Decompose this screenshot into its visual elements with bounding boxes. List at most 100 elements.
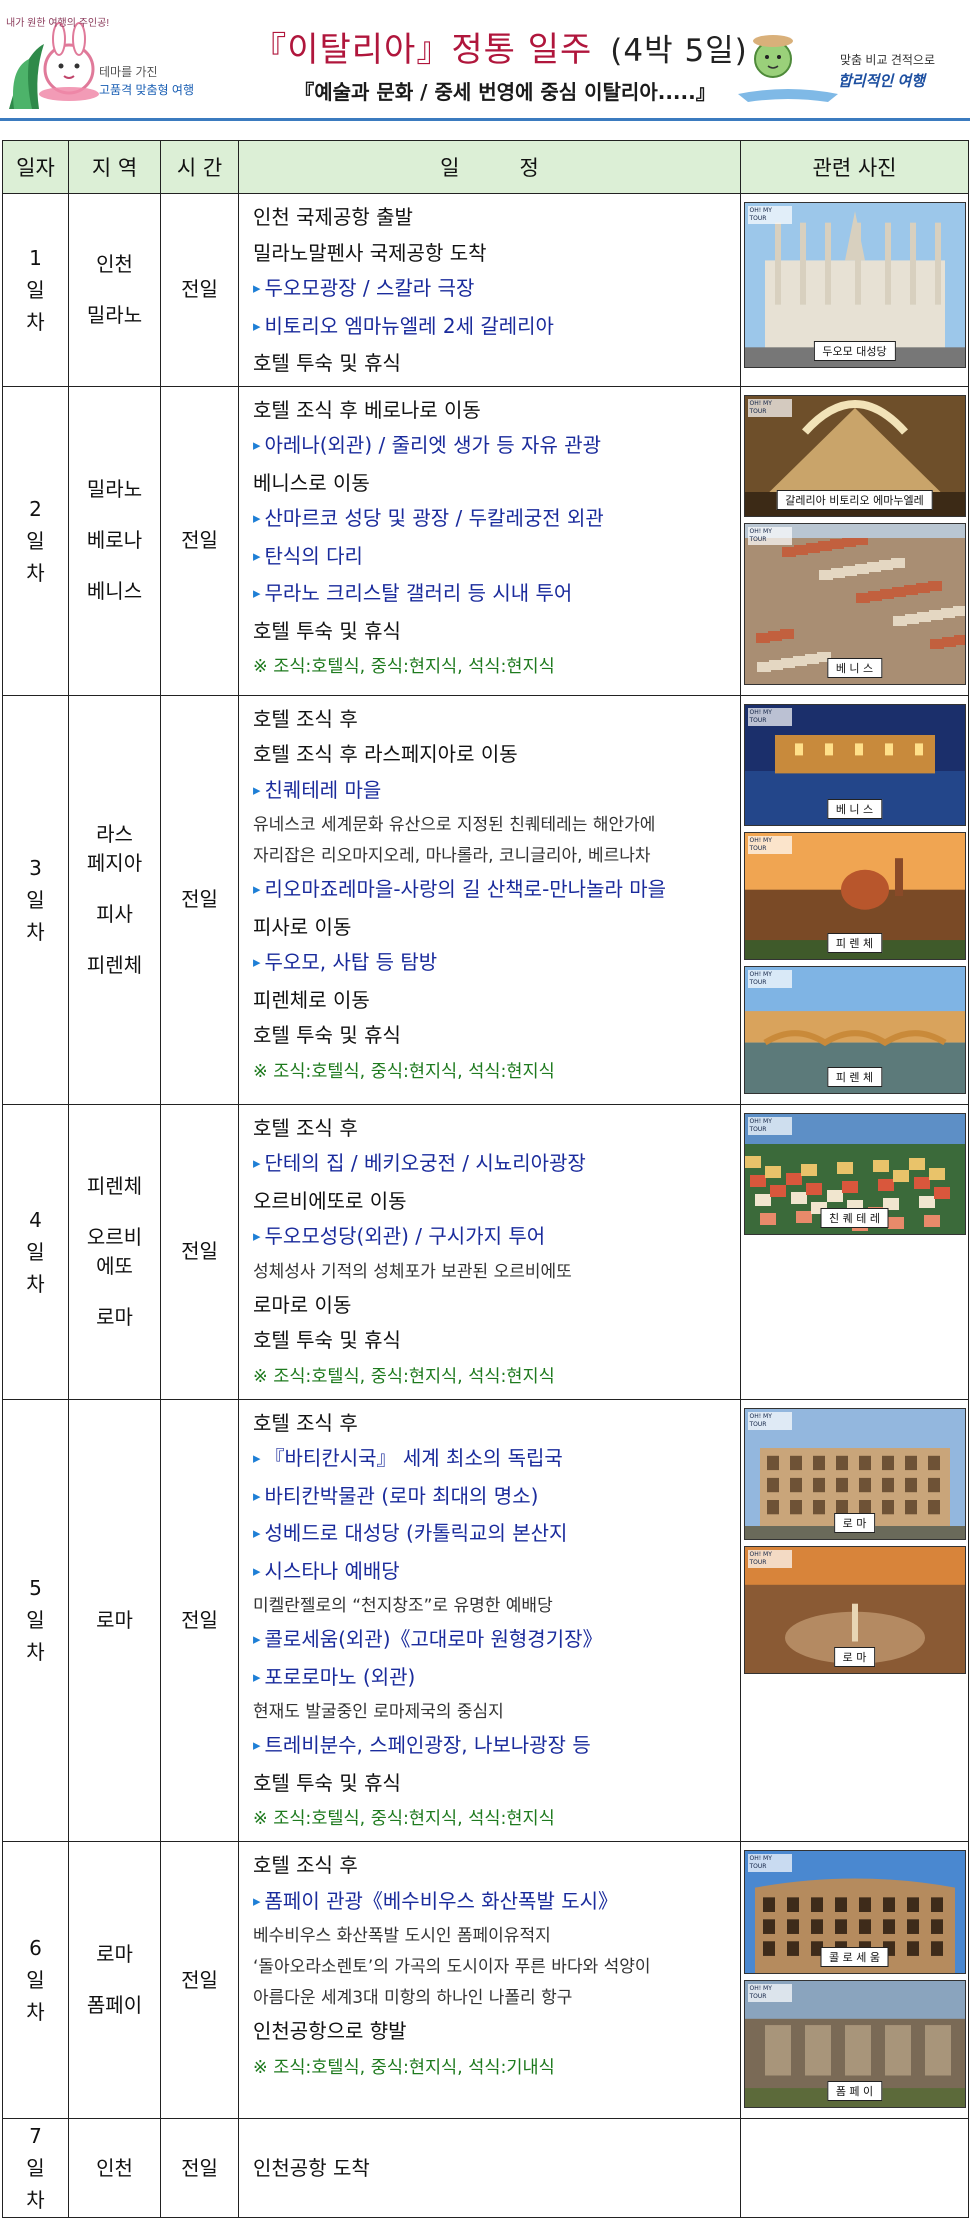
schedule-cell: 호텔 조식 후폼페이 관광《베수비우스 화산폭발 도시》 베수비우스 화산폭발 도… [238,1841,741,2119]
header-photos: 관련 사진 [740,140,969,194]
region-cell: 로마 폼페이 [68,1841,161,2119]
photo-caption: 피 렌 체 [826,1066,883,1087]
tour-photo: OH! MY TOUR 피 렌 체 [743,831,966,960]
tour-photo: OH! MY TOUR 두오모 대성당 [743,202,966,368]
photo-caption: 두오모 대성당 [813,341,896,361]
region-name: 로마 [96,1607,133,1632]
attraction-item: 탄식의 다리 [253,539,730,577]
photo-caption: 친 퀘 테 레 [820,1207,889,1228]
time-cell: 전일 [160,2118,239,2218]
schedule-cell: 호텔 조식 후 『바티칸시국』 세계 최소의 독립국바티칸박물관 (로마 최대의 … [238,1398,741,1842]
page-subtitle: 『예술과 문화 / 중세 번영에 중심 이탈리아.....』 [294,80,716,104]
description-text: 현재도 발굴중인 로마제국의 중심지 [253,1702,504,1722]
svg-text:내가 원한 여행의 주인공!: 내가 원한 여행의 주인공! [6,17,109,29]
itinerary-table: 일자 지 역 시 간 일 정 관련 사진 1 일 차 인천 밀라노 전일 인천 국제공항 출… [2,140,969,2218]
attraction-item: 성베드로 대성당 (카톨릭교의 본산지 [253,1516,730,1554]
table-header-row: 일자 지 역 시 간 일 정 관련 사진 [2,140,969,194]
svg-text:맞춤 비교 견적으로: 맞춤 비교 견적으로 [840,53,935,67]
region-name: 로마 [96,1304,133,1329]
schedule-line: 인천 국제공항 출발 [253,205,413,229]
tour-photo: OH! MY TOUR 베 니 스 [743,522,966,685]
watermark-stamp: OH! MY TOUR [747,206,792,224]
photos-cell: OH! MY TOUR 로 마 OH! MY TOUR 로 마 [740,1398,969,1842]
time-cell: 전일 [160,694,239,1105]
travel-logo-right: 맞춤 비교 견적으로 합리적인 여행 [738,35,935,102]
header-schedule: 일 정 [238,140,741,194]
attraction-item: 무라노 크리스탈 갤러리 등 시내 투어 [253,576,730,614]
time-cell: 전일 [160,1103,239,1400]
description-text: ‘돌아오라소렌토’의 가곡의 도시이자 푸른 바다와 석양이 [253,1957,651,1977]
schedule-line: 호텔 조식 후 [253,706,358,731]
day-char: 6 [29,1936,42,1960]
schedule-line: 인천공항으로 향발 [253,2019,407,2043]
day-char: 일 [26,2156,45,2180]
day-char: 차 [26,919,45,944]
attraction-item: 『바티칸시국』 세계 최소의 독립국 [253,1441,730,1479]
day-cell: 4 일차 [2,1103,69,1400]
day-char: 일 [26,1608,45,1633]
watermark-stamp: OH! MY TOUR [747,707,792,726]
photo-caption: 로 마 [833,1512,876,1533]
region-name: 라스 페지아 [86,821,143,875]
photo-caption: 베 니 스 [826,798,883,819]
schedule-cell: 호텔 조식 후 베로나로 이동아레나(외관) / 줄리엣 생가 등 자유 관광베… [238,385,741,696]
watermark-stamp: OH! MY TOUR [747,1854,792,1872]
attraction-item: 비토리오 엠마뉴엘레 2세 갈레리아 [253,309,730,347]
region-cell: 인천 밀라노 [68,193,161,387]
region-name: 로마 [96,1942,133,1966]
svg-text:합리적인 여행: 합리적인 여행 [838,73,927,90]
table-row: 2일차밀라노베로나베니스전일호텔 조식 후 베로나로 이동아레나(외관) / 줄… [2,385,969,696]
day-char: 일 [26,1968,45,1992]
region-name: 베로나 [86,528,143,552]
meal-note: ※ 조식:호텔식, 중식:현지식, 석식:현지식 [253,657,555,677]
photos-cell: OH! MY TOUR 갈레리아 비토리오 에마누엘레 OH! MY TOUR 베 니… [740,385,969,696]
time-cell: 전일 [160,385,239,696]
day-char: 차 [26,1271,45,1296]
tour-photo: OH! MY TOUR 콜 로 세 움 [743,1850,966,1974]
day-char: 차 [26,2000,45,2024]
region-name: 밀라노 [86,477,143,501]
region-name: 밀라노 [86,302,143,327]
watermark-stamp: OH! MY TOUR [747,835,792,854]
description-text: 유네스코 세계문화 유산으로 지정된 친퀘테레는 해안가에 [253,815,656,835]
day-char: 일 [26,887,45,912]
watermark-stamp: OH! MY TOUR [747,1411,792,1430]
attraction-item: 포로로마노 (외관) [253,1660,730,1698]
attraction-item: 단테의 집 / 베키오궁전 / 시뇨리아광장 [253,1146,730,1184]
table-row: 6일차로마폼페이전일호텔 조식 후폼페이 관광《베수비우스 화산폭발 도시》베수… [2,1841,969,2119]
day-char: 4 [29,1207,42,1232]
schedule-line: 호텔 투숙 및 휴식 [253,1023,401,1047]
schedule-line: 밀라노말펜사 국제공항 도착 [253,240,487,265]
attraction-item: 폼페이 관광《베수비우스 화산폭발 도시》 [253,1884,730,1922]
day-cell: 3 일차 [2,694,69,1105]
header-divider [0,118,970,121]
description-text: 자리잡은 리오마지오레, 마나롤라, 코니글리아, 베르나차 [253,846,651,866]
schedule-cell: 호텔 조식 후호텔 조식 후 라스페지아로 이동친퀘테레 마을유네스코 세계문화… [238,694,741,1105]
page-title: 『이탈리아』정통 일주 (4박 5일) [252,30,748,70]
watermark-stamp: OH! MY TOUR [747,969,792,988]
description-text: 아름다운 세계3대 미항의 하나인 나폴리 항구 [253,1988,573,2008]
tour-photo: OH! MY TOUR 피 렌 체 [743,965,966,1094]
region-name: 피사 [96,901,133,926]
day-char: 5 [29,1576,42,1601]
meal-note: ※ 조식:호텔식, 중식:현지식, 석식:기내식 [253,2057,555,2078]
table-row: 7 일 차 인천 전일 인천공항 도착 [2,2118,969,2218]
day-cell: 1 일차 [2,193,69,387]
day-char: 1 [29,245,42,270]
schedule-line: 베니스로 이동 [253,470,370,495]
region-name: 베니스 [86,579,143,603]
day-char: 3 [29,855,42,880]
watermark-stamp: OH! MY TOUR [747,1984,792,2002]
schedule-line: 인천공항 도착 [253,2156,370,2181]
attraction-item: 두오모, 사탑 등 탐방 [253,945,730,983]
attraction-item: 친퀘테레 마을 [253,773,730,811]
travel-logo-left: 테마를 가진 고품격 맞춤형 여행 내가 원한 여행의 주인공! [6,17,194,109]
region-name: 피렌체 [86,1173,143,1198]
photo-caption: 콜 로 세 움 [820,1947,889,1967]
description-text: 미켈란젤로의 “천지창조”로 유명한 예배당 [253,1596,553,1616]
day-char: 일 [26,277,45,302]
schedule-line: 호텔 투숙 및 휴식 [253,351,401,375]
schedule-line: 피사로 이동 [253,914,352,939]
day-char: 차 [26,309,45,334]
attraction-item: 트레비분수, 스페인광장, 나보나광장 등 [253,1728,730,1766]
